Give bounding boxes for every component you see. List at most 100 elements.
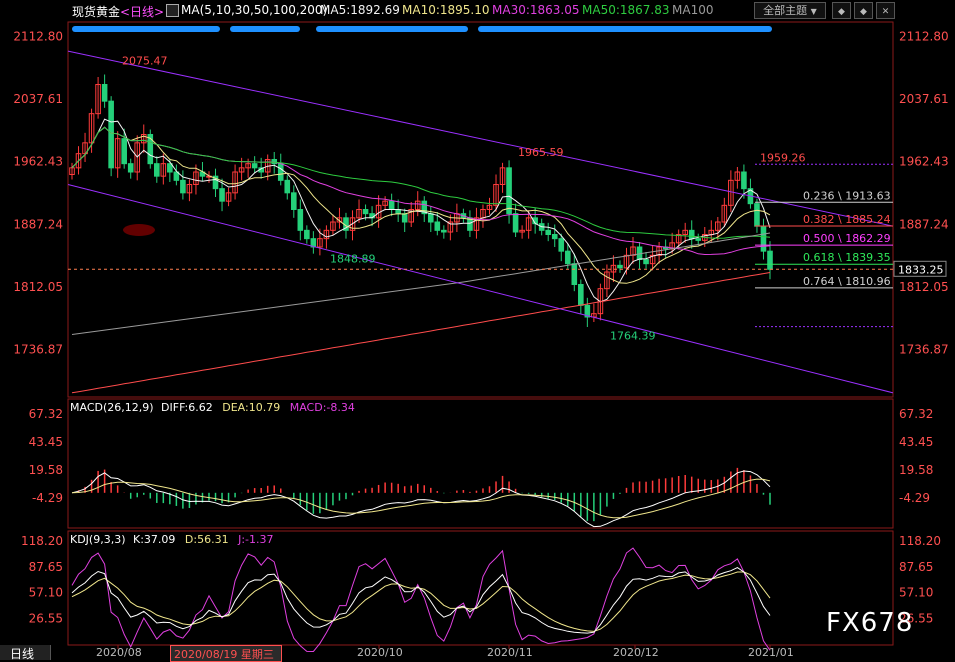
- candle-body: [277, 163, 284, 181]
- event-marker-bar: [72, 26, 220, 32]
- close-button[interactable]: ✕: [876, 2, 895, 19]
- candle-body: [219, 188, 225, 202]
- candle-body: [441, 229, 447, 233]
- candle-body: [127, 163, 134, 173]
- macd-tick-right: 19.58: [899, 463, 933, 477]
- price-tick-right: 1962.43: [899, 155, 949, 169]
- candle-body: [427, 213, 434, 223]
- macd-macd-value: MACD:-8.34: [289, 401, 355, 414]
- ma-params-label: MA(5,10,30,50,100,200): [181, 3, 328, 17]
- nav-down-button[interactable]: ◆: [854, 2, 873, 19]
- event-marker-bar: [478, 26, 772, 32]
- price-tick-right: 2112.80: [899, 29, 949, 43]
- peak-label: 2075.47: [122, 54, 168, 67]
- fx678-watermark: FX678: [826, 608, 914, 638]
- chevron-down-icon: ▼: [810, 7, 817, 16]
- kdj-j-value: J:-1.37: [238, 533, 274, 546]
- event-marker-bar: [316, 26, 468, 32]
- kdj-d-value: D:56.31: [184, 533, 229, 546]
- arrow-up-icon: ◆: [838, 7, 845, 17]
- macd-tick-right: -4.29: [899, 491, 930, 505]
- macd-tick-right: 67.32: [899, 407, 933, 421]
- candle-body: [760, 225, 767, 252]
- candle-body: [121, 138, 127, 165]
- arrow-down-icon: ◆: [860, 7, 867, 17]
- candle-body: [564, 250, 571, 265]
- kdj-d-line: [71, 571, 771, 632]
- chart-title: 现货黄金: [72, 5, 121, 19]
- candle-body: [251, 163, 258, 169]
- period-selector[interactable]: <日线>: [120, 3, 164, 20]
- macd-tick-left: 43.45: [29, 435, 63, 449]
- candle-body: [290, 192, 297, 210]
- event-marker-bar: [230, 26, 300, 32]
- channel-upper-line: [67, 50, 894, 227]
- candle-body: [108, 100, 114, 169]
- time-tick-label: 2020/10: [357, 646, 403, 659]
- macd-diff-value: DIFF:6.62: [161, 401, 213, 414]
- candle-body: [741, 171, 747, 190]
- time-tick-label: 2020/08: [96, 646, 142, 659]
- kdj-tick-left: 118.20: [21, 534, 63, 548]
- close-icon: ✕: [881, 7, 890, 17]
- time-tick-label: 2020/11: [487, 646, 533, 659]
- theme-dropdown[interactable]: 全部主题 ▼: [754, 2, 826, 19]
- nav-up-button[interactable]: ◆: [832, 2, 851, 19]
- price-tick-left: 1812.05: [13, 280, 63, 294]
- candle-body: [545, 229, 552, 235]
- candle-body: [571, 263, 578, 285]
- candle-body: [401, 213, 408, 223]
- macd-tick-left: -4.29: [32, 491, 63, 505]
- ma30-value: MA30:1863.05: [492, 3, 580, 17]
- price-tick-left: 1736.87: [13, 343, 63, 357]
- trough-label: 1848.89: [330, 252, 376, 265]
- trough-label: 1764.39: [610, 330, 656, 343]
- current-price-label: 1833.25: [898, 263, 944, 276]
- kdj-tick-left: 87.65: [29, 560, 63, 574]
- header-bar: 现货黄金 <日线> MA(5,10,30,50,100,200) MA5:189…: [0, 0, 955, 20]
- candle-body: [695, 238, 702, 241]
- candle-body: [362, 209, 369, 215]
- price-tick-right: 2037.61: [899, 92, 949, 106]
- kdj-tick-left: 26.55: [29, 611, 63, 625]
- macd-tick-left: 67.32: [29, 407, 63, 421]
- fib-level-label: 0.500 \ 1862.29: [803, 232, 891, 245]
- kdj-tick-right: 118.20: [899, 534, 941, 548]
- candle-body: [304, 229, 310, 240]
- kdj-title: KDJ(9,3,3): [70, 533, 126, 546]
- candle-body: [643, 259, 649, 265]
- candle-body: [101, 84, 108, 102]
- candle-body: [558, 238, 565, 252]
- timeframe-tab[interactable]: 日线: [0, 645, 51, 661]
- ma10-line: [71, 126, 771, 284]
- kdj-j-line: [71, 547, 771, 653]
- macd-tick-left: 19.58: [29, 463, 63, 477]
- ma100-value: MA100: [672, 3, 714, 17]
- candle-body: [388, 200, 395, 211]
- macd-frame: [67, 398, 894, 529]
- ma30-line: [71, 126, 771, 256]
- peak-label: 1959.26: [760, 151, 806, 164]
- candle-body: [297, 209, 304, 231]
- macd-title: MACD(26,12,9): [70, 401, 154, 414]
- time-tick-label: 2021/01: [748, 646, 794, 659]
- candle-body: [284, 179, 291, 194]
- price-tick-right: 1887.24: [899, 217, 949, 231]
- kdj-header: KDJ(9,3,3) K:37.09 D:56.31 J:-1.37: [70, 533, 274, 546]
- fib-level-label: 0.764 \ 1810.96: [803, 275, 891, 288]
- kdj-tick-left: 57.10: [29, 586, 63, 600]
- ma-settings-icon[interactable]: [166, 4, 179, 17]
- time-tick-label: 2020/12: [613, 646, 659, 659]
- kdj-tick-right: 87.65: [899, 560, 933, 574]
- macd-tick-right: 43.45: [899, 435, 933, 449]
- ma200-line: [71, 272, 771, 394]
- cursor-date-box: 2020/08/19 星期三: [170, 645, 282, 662]
- candle-body: [578, 284, 584, 306]
- ma50-value: MA50:1867.83: [582, 3, 670, 17]
- gold-chart[interactable]: 2112.80 2112.80 2037.61 2037.61 1962.43 1962.…: [0, 0, 955, 660]
- price-tick-left: 2112.80: [13, 29, 63, 43]
- candle-body: [180, 179, 186, 194]
- kdj-k-line: [71, 567, 771, 634]
- candle-body: [434, 221, 441, 231]
- price-tick-left: 1887.24: [13, 217, 63, 231]
